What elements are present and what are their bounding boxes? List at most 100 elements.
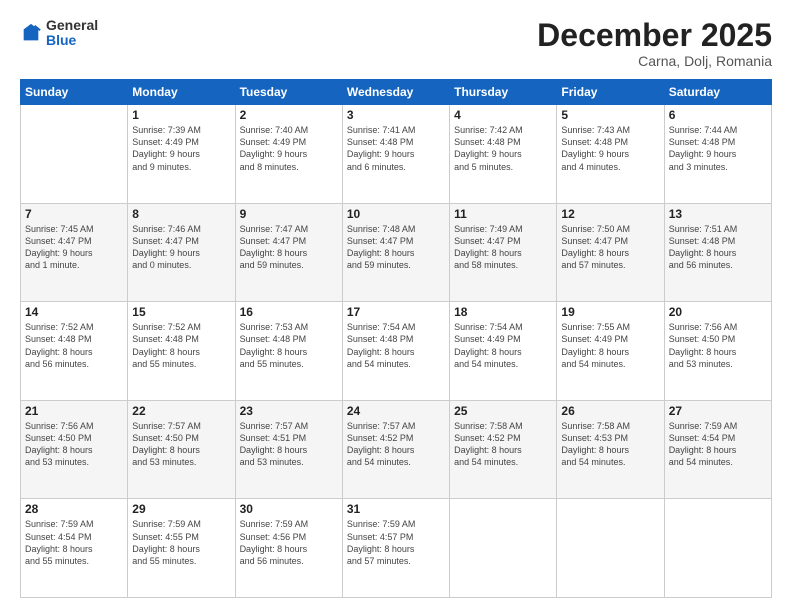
calendar-cell: 3 Sunrise: 7:41 AM Sunset: 4:48 PM Daylig… [342,105,449,204]
cell-info: Sunrise: 7:52 AM Sunset: 4:48 PM Dayligh… [25,321,123,370]
calendar-cell [557,499,664,598]
calendar-cell: 17Sunrise: 7:54 AM Sunset: 4:48 PM Dayli… [342,302,449,401]
logo-icon [20,22,42,44]
calendar-cell: 20 Sunrise: 7:56 AM Sunset: 4:50 PM Dayli… [664,302,771,401]
calendar-cell: 31Sunrise: 7:59 AM Sunset: 4:57 PM Dayli… [342,499,449,598]
calendar-cell: 4 Sunrise: 7:42 AM Sunset: 4:48 PM Daylig… [450,105,557,204]
title-block: December 2025 Carna, Dolj, Romania [537,18,772,69]
col-header-thursday: Thursday [450,80,557,105]
cell-info: Sunrise: 7:50 AM Sunset: 4:47 PM Dayligh… [561,223,659,272]
cell-info: Sunrise: 7:59 AM Sunset: 4:56 PM Dayligh… [240,518,338,567]
day-number: 19 [561,305,659,319]
day-number: 29 [132,502,230,516]
calendar-week-5: 28 Sunrise: 7:59 AM Sunset: 4:54 PM Dayli… [21,499,772,598]
calendar-cell: 24 Sunrise: 7:57 AM Sunset: 4:52 PM Dayli… [342,400,449,499]
day-number: 28 [25,502,123,516]
day-number: 8 [132,207,230,221]
location: Carna, Dolj, Romania [537,53,772,69]
calendar-cell [664,499,771,598]
cell-info: Sunrise: 7:56 AM Sunset: 4:50 PM Dayligh… [669,321,767,370]
col-header-saturday: Saturday [664,80,771,105]
logo-general-text: General [46,17,98,33]
cell-info: Sunrise: 7:43 AM Sunset: 4:48 PM Dayligh… [561,124,659,173]
page: General Blue December 2025 Carna, Dolj, … [0,0,792,612]
cell-info: Sunrise: 7:48 AM Sunset: 4:47 PM Dayligh… [347,223,445,272]
calendar-cell: 9 Sunrise: 7:47 AM Sunset: 4:47 PM Daylig… [235,203,342,302]
calendar-cell: 13Sunrise: 7:51 AM Sunset: 4:48 PM Dayli… [664,203,771,302]
cell-info: Sunrise: 7:52 AM Sunset: 4:48 PM Dayligh… [132,321,230,370]
cell-info: Sunrise: 7:58 AM Sunset: 4:52 PM Dayligh… [454,420,552,469]
calendar-cell: 2 Sunrise: 7:40 AM Sunset: 4:49 PM Daylig… [235,105,342,204]
cell-info: Sunrise: 7:41 AM Sunset: 4:48 PM Dayligh… [347,124,445,173]
cell-info: Sunrise: 7:59 AM Sunset: 4:54 PM Dayligh… [25,518,123,567]
calendar-header-row: SundayMondayTuesdayWednesdayThursdayFrid… [21,80,772,105]
calendar-cell: 12 Sunrise: 7:50 AM Sunset: 4:47 PM Dayli… [557,203,664,302]
day-number: 20 [669,305,767,319]
calendar-cell: 1 Sunrise: 7:39 AM Sunset: 4:49 PM Daylig… [128,105,235,204]
day-number: 25 [454,404,552,418]
day-number: 2 [240,108,338,122]
cell-info: Sunrise: 7:58 AM Sunset: 4:53 PM Dayligh… [561,420,659,469]
day-number: 4 [454,108,552,122]
cell-info: Sunrise: 7:57 AM Sunset: 4:50 PM Dayligh… [132,420,230,469]
month-title: December 2025 [537,18,772,53]
day-number: 21 [25,404,123,418]
calendar-cell: 23 Sunrise: 7:57 AM Sunset: 4:51 PM Dayli… [235,400,342,499]
col-header-friday: Friday [557,80,664,105]
cell-info: Sunrise: 7:40 AM Sunset: 4:49 PM Dayligh… [240,124,338,173]
calendar-cell: 29 Sunrise: 7:59 AM Sunset: 4:55 PM Dayli… [128,499,235,598]
calendar-cell: 18 Sunrise: 7:54 AM Sunset: 4:49 PM Dayli… [450,302,557,401]
col-header-monday: Monday [128,80,235,105]
cell-info: Sunrise: 7:46 AM Sunset: 4:47 PM Dayligh… [132,223,230,272]
cell-info: Sunrise: 7:59 AM Sunset: 4:55 PM Dayligh… [132,518,230,567]
cell-info: Sunrise: 7:57 AM Sunset: 4:52 PM Dayligh… [347,420,445,469]
cell-info: Sunrise: 7:54 AM Sunset: 4:48 PM Dayligh… [347,321,445,370]
logo-blue-text: Blue [46,32,76,48]
day-number: 3 [347,108,445,122]
day-number: 31 [347,502,445,516]
col-header-sunday: Sunday [21,80,128,105]
calendar-cell: 26 Sunrise: 7:58 AM Sunset: 4:53 PM Dayli… [557,400,664,499]
calendar-cell: 8 Sunrise: 7:46 AM Sunset: 4:47 PM Daylig… [128,203,235,302]
cell-info: Sunrise: 7:49 AM Sunset: 4:47 PM Dayligh… [454,223,552,272]
cell-info: Sunrise: 7:59 AM Sunset: 4:54 PM Dayligh… [669,420,767,469]
calendar-cell: 10 Sunrise: 7:48 AM Sunset: 4:47 PM Dayli… [342,203,449,302]
col-header-tuesday: Tuesday [235,80,342,105]
cell-info: Sunrise: 7:53 AM Sunset: 4:48 PM Dayligh… [240,321,338,370]
calendar-cell [21,105,128,204]
day-number: 14 [25,305,123,319]
day-number: 10 [347,207,445,221]
calendar-week-3: 14 Sunrise: 7:52 AM Sunset: 4:48 PM Dayli… [21,302,772,401]
day-number: 24 [347,404,445,418]
cell-info: Sunrise: 7:57 AM Sunset: 4:51 PM Dayligh… [240,420,338,469]
day-number: 15 [132,305,230,319]
cell-info: Sunrise: 7:39 AM Sunset: 4:49 PM Dayligh… [132,124,230,173]
calendar-cell: 5Sunrise: 7:43 AM Sunset: 4:48 PM Daylig… [557,105,664,204]
cell-info: Sunrise: 7:54 AM Sunset: 4:49 PM Dayligh… [454,321,552,370]
day-number: 6 [669,108,767,122]
cell-info: Sunrise: 7:56 AM Sunset: 4:50 PM Dayligh… [25,420,123,469]
calendar-cell: 14 Sunrise: 7:52 AM Sunset: 4:48 PM Dayli… [21,302,128,401]
day-number: 9 [240,207,338,221]
cell-info: Sunrise: 7:42 AM Sunset: 4:48 PM Dayligh… [454,124,552,173]
calendar-cell: 19Sunrise: 7:55 AM Sunset: 4:49 PM Dayli… [557,302,664,401]
calendar-cell: 25 Sunrise: 7:58 AM Sunset: 4:52 PM Dayli… [450,400,557,499]
day-number: 22 [132,404,230,418]
logo: General Blue [20,18,98,49]
day-number: 26 [561,404,659,418]
calendar-cell: 11Sunrise: 7:49 AM Sunset: 4:47 PM Dayli… [450,203,557,302]
day-number: 1 [132,108,230,122]
calendar: SundayMondayTuesdayWednesdayThursdayFrid… [20,79,772,598]
col-header-wednesday: Wednesday [342,80,449,105]
day-number: 23 [240,404,338,418]
header: General Blue December 2025 Carna, Dolj, … [20,18,772,69]
day-number: 13 [669,207,767,221]
calendar-cell: 22 Sunrise: 7:57 AM Sunset: 4:50 PM Dayli… [128,400,235,499]
day-number: 18 [454,305,552,319]
calendar-cell: 21 Sunrise: 7:56 AM Sunset: 4:50 PM Dayli… [21,400,128,499]
day-number: 12 [561,207,659,221]
calendar-cell: 27Sunrise: 7:59 AM Sunset: 4:54 PM Dayli… [664,400,771,499]
calendar-week-2: 7Sunrise: 7:45 AM Sunset: 4:47 PM Daylig… [21,203,772,302]
day-number: 7 [25,207,123,221]
cell-info: Sunrise: 7:47 AM Sunset: 4:47 PM Dayligh… [240,223,338,272]
